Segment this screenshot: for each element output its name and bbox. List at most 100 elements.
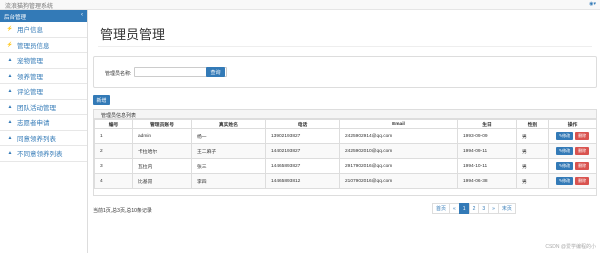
cell-email: 2107902016@qq.com	[339, 173, 458, 189]
network-icon: ▲	[7, 72, 13, 79]
cell-phone: 13902193827	[265, 128, 340, 144]
sidebar-item-rejected-adoptions[interactable]: ▲ 不同意领养列表	[0, 146, 87, 162]
sidebar-header[interactable]: 后台管理 ‹	[0, 10, 87, 22]
network-icon: ▲	[7, 103, 13, 110]
sidebar-item-label: 用户信息	[17, 27, 43, 35]
table-row: 3 瓦拉内 张三 14465893827 2917902016@qq.com 1…	[94, 158, 597, 174]
sidebar-item-label: 宠物管理	[17, 58, 43, 66]
sidebar-item-user-info[interactable]: ⚡ 用户信息	[0, 22, 87, 38]
pagination: 首页 « 1 2 3 » 末页	[432, 203, 516, 214]
delete-label: 删除	[578, 163, 587, 168]
search-label: 管理员名称:	[105, 71, 132, 77]
edit-label: 修改	[562, 148, 571, 153]
sidebar-item-label: 志愿者申请	[17, 120, 50, 128]
search-panel: 管理员名称: 查询	[93, 56, 597, 88]
title-divider	[98, 46, 592, 47]
sidebar-item-label: 管理员信息	[17, 42, 50, 50]
bolt-icon: ⚡	[6, 41, 14, 48]
cell-phone: 14465893827	[265, 158, 340, 174]
network-icon: ▲	[7, 119, 13, 126]
cell-gender: 男	[516, 173, 549, 189]
sidebar-item-team-activity[interactable]: ▲ 团队活动管理	[0, 100, 87, 115]
cell-birthday: 1993-09-09	[457, 128, 517, 144]
column-header: 真实姓名	[191, 119, 266, 129]
edit-label: 修改	[562, 163, 571, 168]
sidebar-item-comment-management[interactable]: ▲ 评论管理	[0, 84, 87, 100]
table-row: 4 比基昂 李四 14465893812 2107902016@qq.com 1…	[94, 173, 597, 189]
cell-gender: 男	[516, 158, 549, 174]
column-header: 生日	[457, 119, 517, 129]
edit-label: 修改	[562, 178, 571, 183]
cell-id: 4	[94, 173, 133, 189]
table-row: 1 admin 杨一 13902193827 2425902914@qq.com…	[94, 128, 597, 144]
main-content: 管理员管理 管理员名称: 查询 新增 管理员信息列表 编号 管理员账号 真实姓名…	[93, 10, 597, 253]
admin-table-panel: 管理员信息列表 编号 管理员账号 真实姓名 电话 Email 生日 性别 操作	[93, 109, 597, 196]
cell-real-name: 王二麻子	[191, 143, 266, 159]
network-icon: ▲	[7, 57, 13, 64]
network-icon: ▲	[7, 88, 13, 95]
sidebar-item-volunteer-application[interactable]: ▲ 志愿者申请	[0, 115, 87, 131]
cell-id: 3	[94, 158, 133, 174]
edit-label: 修改	[562, 133, 571, 138]
table-heading: 管理员信息列表	[94, 110, 596, 119]
cell-real-name: 张三	[191, 158, 266, 174]
cell-phone: 14465893812	[265, 173, 340, 189]
cell-actions: ✎修改 删除	[548, 128, 597, 144]
edit-button[interactable]: ✎修改	[555, 162, 574, 170]
cell-account: 瓦拉内	[132, 158, 192, 174]
column-header: Email	[339, 119, 458, 129]
page-last[interactable]: 末页	[497, 203, 516, 214]
sidebar: 后台管理 ‹ ⚡ 用户信息 ⚡ 管理员信息 ▲ 宠物管理 ▲ 领养管理 ▲ 评论…	[0, 10, 88, 253]
table-row: 2 卡拉哈尔 王二麻子 14402193827 2425902010@qq.co…	[94, 143, 597, 159]
sidebar-item-adoption-management[interactable]: ▲ 领养管理	[0, 69, 87, 84]
cell-actions: ✎修改 删除	[548, 158, 597, 174]
sidebar-header-label: 后台管理	[4, 15, 27, 21]
cell-actions: ✎修改 删除	[548, 173, 597, 189]
column-header: 操作	[548, 119, 597, 129]
network-icon: ▲	[7, 150, 13, 157]
cell-phone: 14402193827	[265, 143, 340, 159]
sidebar-item-label: 同意领养列表	[17, 135, 56, 143]
delete-button[interactable]: 删除	[575, 177, 590, 185]
cell-id: 2	[94, 143, 133, 159]
add-button[interactable]: 新增	[93, 95, 110, 105]
delete-label: 删除	[578, 148, 587, 153]
sidebar-item-admin-info[interactable]: ⚡ 管理员信息	[0, 38, 87, 53]
user-menu-icon[interactable]: ◉▾	[589, 1, 596, 7]
edit-button[interactable]: ✎修改	[555, 177, 574, 185]
delete-label: 删除	[578, 178, 587, 183]
sidebar-item-label: 不同意领养列表	[17, 151, 63, 159]
sidebar-item-pet-management[interactable]: ▲ 宠物管理	[0, 53, 87, 69]
delete-button[interactable]: 删除	[575, 132, 590, 140]
cell-birthday: 1994-10-11	[457, 158, 517, 174]
cell-account: admin	[132, 128, 192, 144]
top-navbar: 流浪猫狗管理系统 ◉▾	[0, 0, 600, 10]
delete-button[interactable]: 删除	[575, 147, 590, 155]
table-header-row: 编号 管理员账号 真实姓名 电话 Email 生日 性别 操作	[94, 119, 597, 129]
bolt-icon: ⚡	[6, 26, 14, 33]
column-header: 管理员账号	[132, 119, 192, 129]
page-title: 管理员管理	[100, 27, 166, 42]
sidebar-item-label: 团队活动管理	[17, 104, 56, 112]
cell-email: 2917902016@qq.com	[339, 158, 458, 174]
pagination-info: 当前1页,总3页,总10条记录	[93, 208, 152, 214]
cell-gender: 男	[516, 128, 549, 144]
edit-button[interactable]: ✎修改	[555, 132, 574, 140]
cell-birthday: 1994-06-38	[457, 173, 517, 189]
cell-account: 比基昂	[132, 173, 192, 189]
delete-button[interactable]: 删除	[575, 162, 590, 170]
chevron-left-icon: ‹	[81, 12, 83, 18]
cell-real-name: 李四	[191, 173, 266, 189]
cell-account: 卡拉哈尔	[132, 143, 192, 159]
cell-id: 1	[94, 128, 133, 144]
sidebar-item-approved-adoptions[interactable]: ▲ 同意领养列表	[0, 131, 87, 146]
column-header: 性别	[516, 119, 549, 129]
cell-real-name: 杨一	[191, 128, 266, 144]
search-button[interactable]: 查询	[206, 67, 225, 77]
network-icon: ▲	[7, 134, 13, 141]
delete-label: 删除	[578, 133, 587, 138]
app-title[interactable]: 流浪猫狗管理系统	[5, 1, 53, 10]
page-first[interactable]: 首页	[432, 203, 451, 214]
admin-table: 编号 管理员账号 真实姓名 电话 Email 生日 性别 操作 1 admin …	[94, 119, 597, 189]
edit-button[interactable]: ✎修改	[555, 147, 574, 155]
